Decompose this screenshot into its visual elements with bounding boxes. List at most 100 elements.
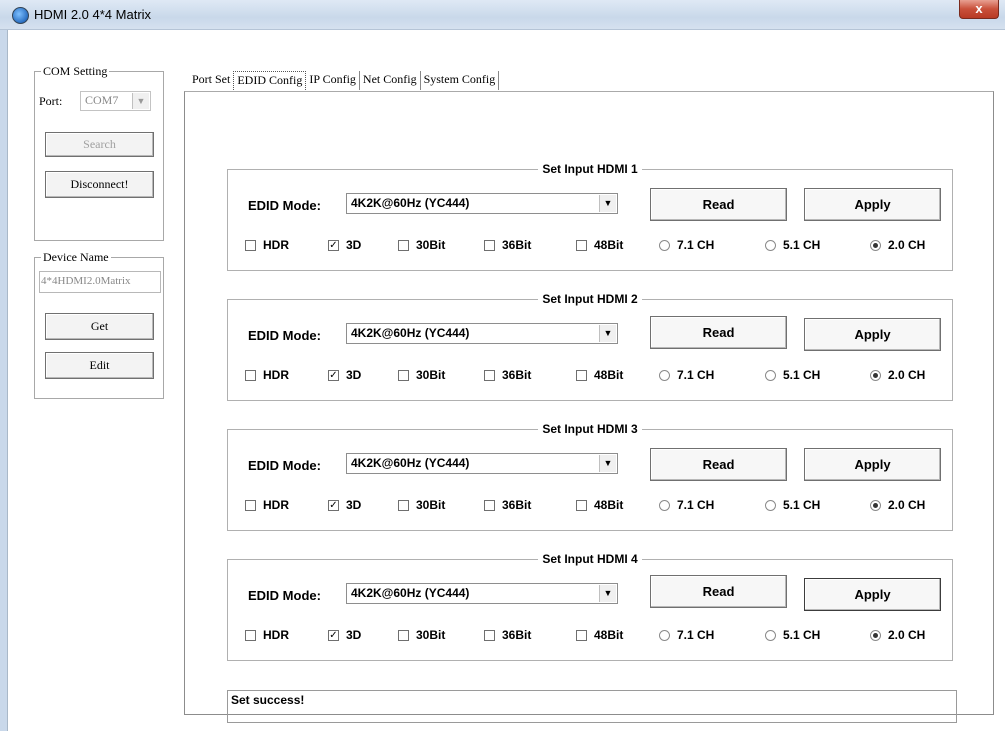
radio-circle[interactable] [765, 369, 776, 381]
close-button[interactable]: x [959, 0, 999, 19]
checkmark-icon[interactable]: ✓ [328, 499, 339, 511]
2.0ch-radio[interactable]: 2.0 CH [870, 498, 925, 512]
30bit-checkbox[interactable]: 30Bit [398, 628, 445, 642]
radio-selected-icon[interactable] [870, 369, 881, 381]
radio-circle[interactable] [659, 369, 670, 381]
chevron-down-icon[interactable]: ▼ [599, 585, 616, 602]
hdr-checkbox[interactable]: HDR [245, 628, 289, 642]
36bit-checkbox[interactable]: 36Bit [484, 368, 531, 382]
7.1ch-radio[interactable]: 7.1 CH [659, 498, 714, 512]
36bit-checkbox[interactable]: 36Bit [484, 628, 531, 642]
checkbox-box[interactable] [484, 239, 495, 251]
read-button[interactable]: Read [650, 316, 787, 349]
5.1ch-radio[interactable]: 5.1 CH [765, 368, 820, 382]
edid-mode-select[interactable]: 4K2K@60Hz (YC444) ▼ [346, 583, 618, 604]
chevron-down-icon[interactable]: ▼ [599, 325, 616, 342]
48bit-checkbox[interactable]: 48Bit [576, 498, 623, 512]
radio-circle[interactable] [659, 629, 670, 641]
checkbox-box[interactable] [245, 499, 256, 511]
read-button[interactable]: Read [650, 448, 787, 481]
checkbox-box[interactable] [245, 629, 256, 641]
tab-net-config[interactable]: Net Config [360, 71, 421, 90]
3d-checkbox[interactable]: ✓ 3D [328, 368, 361, 382]
checkbox-box[interactable] [484, 629, 495, 641]
checkmark-icon[interactable]: ✓ [328, 239, 339, 251]
7.1ch-radio[interactable]: 7.1 CH [659, 238, 714, 252]
device-name-field[interactable]: 4*4HDMI2.0Matrix [39, 271, 161, 293]
checkbox-box[interactable] [576, 629, 587, 641]
radio-circle[interactable] [765, 629, 776, 641]
hdr-checkbox[interactable]: HDR [245, 368, 289, 382]
checkbox-box[interactable] [398, 629, 409, 641]
edid-mode-select[interactable]: 4K2K@60Hz (YC444) ▼ [346, 193, 618, 214]
apply-button[interactable]: Apply [804, 188, 941, 221]
checkmark-icon[interactable]: ✓ [328, 629, 339, 641]
30bit-checkbox[interactable]: 30Bit [398, 238, 445, 252]
edid-mode-select[interactable]: 4K2K@60Hz (YC444) ▼ [346, 323, 618, 344]
search-button[interactable]: Search [45, 132, 154, 157]
chevron-down-icon[interactable]: ▼ [599, 455, 616, 472]
48bit-checkbox[interactable]: 48Bit [576, 368, 623, 382]
checkmark-icon[interactable]: ✓ [328, 369, 339, 381]
48bit-checkbox[interactable]: 48Bit [576, 628, 623, 642]
3d-checkbox[interactable]: ✓ 3D [328, 498, 361, 512]
checkbox-box[interactable] [484, 369, 495, 381]
checkbox-box[interactable] [576, 239, 587, 251]
7.1ch-radio[interactable]: 7.1 CH [659, 368, 714, 382]
48bit-checkbox[interactable]: 48Bit [576, 238, 623, 252]
2.0ch-radio[interactable]: 2.0 CH [870, 368, 925, 382]
36bit-checkbox[interactable]: 36Bit [484, 238, 531, 252]
disconnect-button[interactable]: Disconnect! [45, 171, 154, 198]
checkbox-box[interactable] [245, 369, 256, 381]
hdr-checkbox[interactable]: HDR [245, 238, 289, 252]
tab-system-config[interactable]: System Config [421, 71, 500, 90]
status-field: Set success! [227, 690, 957, 723]
checkbox-box[interactable] [576, 499, 587, 511]
apply-button[interactable]: Apply [804, 318, 941, 351]
edit-button[interactable]: Edit [45, 352, 154, 379]
window-title: HDMI 2.0 4*4 Matrix [34, 7, 152, 22]
radio-circle[interactable] [765, 239, 776, 251]
port-select[interactable]: COM7 ▼ [80, 91, 151, 111]
edid-mode-select[interactable]: 4K2K@60Hz (YC444) ▼ [346, 453, 618, 474]
30bit-checkbox[interactable]: 30Bit [398, 368, 445, 382]
tab-port-set[interactable]: Port Set [189, 71, 233, 90]
5.1ch-radio[interactable]: 5.1 CH [765, 498, 820, 512]
tab-edid-config[interactable]: EDID Config [233, 71, 307, 90]
5.1ch-radio[interactable]: 5.1 CH [765, 628, 820, 642]
app-icon [12, 7, 29, 24]
hdr-checkbox[interactable]: HDR [245, 498, 289, 512]
5.1ch-radio[interactable]: 5.1 CH [765, 238, 820, 252]
checkbox-box[interactable] [398, 369, 409, 381]
3d-checkbox[interactable]: ✓ 3D [328, 238, 361, 252]
get-button[interactable]: Get [45, 313, 154, 340]
apply-button[interactable]: Apply [804, 578, 941, 611]
tab-ip-config[interactable]: IP Config [306, 71, 360, 90]
window-frame-left [0, 30, 8, 731]
apply-button[interactable]: Apply [804, 448, 941, 481]
checkbox-box[interactable] [398, 239, 409, 251]
checkbox-box[interactable] [484, 499, 495, 511]
chevron-down-icon[interactable]: ▼ [599, 195, 616, 212]
radio-selected-icon[interactable] [870, 629, 881, 641]
com-setting-legend: COM Setting [41, 64, 110, 79]
radio-circle[interactable] [659, 499, 670, 511]
read-button[interactable]: Read [650, 188, 787, 221]
device-name-group: Device Name 4*4HDMI2.0Matrix Get Edit [34, 250, 164, 399]
radio-circle[interactable] [765, 499, 776, 511]
36bit-checkbox[interactable]: 36Bit [484, 498, 531, 512]
read-button[interactable]: Read [650, 575, 787, 608]
radio-selected-icon[interactable] [870, 499, 881, 511]
checkbox-box[interactable] [398, 499, 409, 511]
2.0ch-radio[interactable]: 2.0 CH [870, 628, 925, 642]
3d-checkbox[interactable]: ✓ 3D [328, 628, 361, 642]
status-text: Set success! [231, 693, 305, 707]
radio-circle[interactable] [659, 239, 670, 251]
radio-selected-icon[interactable] [870, 239, 881, 251]
checkbox-box[interactable] [576, 369, 587, 381]
checkbox-box[interactable] [245, 239, 256, 251]
30bit-checkbox[interactable]: 30Bit [398, 498, 445, 512]
7.1ch-radio[interactable]: 7.1 CH [659, 628, 714, 642]
chevron-down-icon[interactable]: ▼ [132, 93, 149, 109]
2.0ch-radio[interactable]: 2.0 CH [870, 238, 925, 252]
